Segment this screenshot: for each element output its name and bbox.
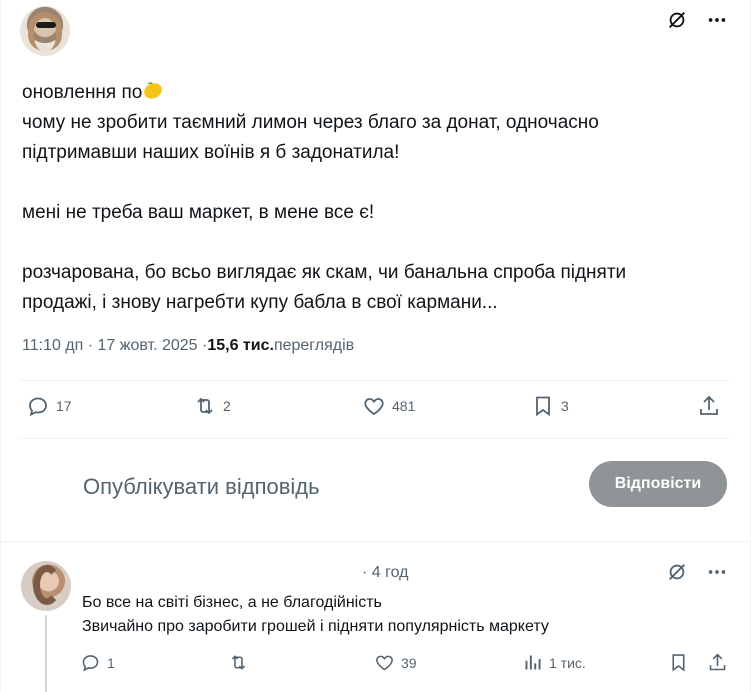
reply-timestamp[interactable]: · 4 год: [362, 564, 408, 582]
views-chart-icon: [525, 655, 541, 670]
reply-like-count: 39: [401, 654, 417, 671]
reply-header-actions: [665, 560, 729, 584]
reply-share-button[interactable]: [707, 652, 728, 673]
post-line: продажі, і знову нагребти купу бабла в с…: [22, 292, 498, 313]
reply-repost-button[interactable]: [228, 652, 249, 673]
post-timestamp[interactable]: 11:10 дп · 17 жовт. 2025 ·: [22, 337, 207, 355]
share-icon: [709, 653, 726, 671]
reply-reply-count: 1: [107, 654, 115, 671]
reply-text: Бо все на світі бізнес, а не благодійніс…: [82, 591, 549, 639]
grok-icon[interactable]: [665, 8, 689, 32]
heart-icon: [376, 655, 393, 671]
repost-count: 2: [223, 398, 231, 414]
lemon-emoji-icon: [144, 82, 163, 99]
bookmark-count: 3: [561, 398, 569, 414]
views-label: переглядів: [273, 337, 355, 354]
more-icon[interactable]: [705, 8, 729, 32]
reply-views-button[interactable]: 1 тис.: [522, 652, 586, 673]
reply-input[interactable]: Опублікувати відповідь: [83, 474, 320, 500]
bookmark-icon: [672, 654, 685, 672]
post-line: мені не треба ваш маркет, в мене все є!: [22, 202, 375, 223]
repost-button[interactable]: 2: [193, 394, 231, 418]
reply-count: 17: [56, 398, 72, 414]
views-count: 15,6 тис.: [207, 337, 274, 354]
post-header-actions: [665, 8, 729, 32]
submit-reply-button[interactable]: Відповісти: [589, 461, 727, 507]
bookmark-button[interactable]: 3: [531, 394, 569, 418]
reply-reply-button[interactable]: 1: [80, 652, 115, 673]
post-meta: 11:10 дп · 17 жовт. 2025 · 15,6 тис. пер…: [22, 337, 354, 355]
like-button[interactable]: 481: [362, 394, 415, 418]
reply-author-avatar[interactable]: [21, 561, 71, 611]
reply-action-bar: 1 39 1 тис.: [80, 652, 730, 680]
avatar-glasses: [36, 22, 56, 28]
repost-icon: [231, 655, 246, 670]
reply-composer: Опублікувати відповідь Відповісти: [0, 446, 751, 526]
reply-button[interactable]: 17: [26, 394, 72, 418]
reply-like-button[interactable]: 39: [374, 652, 417, 673]
more-icon[interactable]: [705, 560, 729, 584]
reply-line: Звичайно про заробити грошей і підняти п…: [82, 618, 549, 635]
divider: [20, 438, 731, 439]
reply-icon: [29, 397, 47, 417]
reply-icon: [82, 655, 99, 672]
repost-icon: [197, 397, 213, 415]
bookmark-icon: [536, 396, 550, 417]
avatar-hair: [28, 12, 62, 50]
divider: [20, 380, 731, 381]
post-line: підтримавши наших воїнів я б задонатила!: [22, 142, 400, 163]
grok-icon[interactable]: [665, 560, 689, 584]
heart-icon: [364, 398, 384, 416]
post-line: чому не зробити таємний лимон через благ…: [22, 112, 599, 133]
section-divider: [0, 541, 751, 542]
post-text: оновлення по чому не зробити таємний лим…: [22, 78, 722, 318]
share-icon: [700, 395, 718, 415]
share-button[interactable]: [697, 394, 721, 418]
reply-views-count: 1 тис.: [549, 654, 586, 671]
reply-bookmark-button[interactable]: [668, 652, 689, 673]
like-count: 481: [392, 398, 416, 414]
avatar-hair: [33, 565, 61, 605]
post-line: оновлення по: [22, 78, 722, 108]
author-avatar[interactable]: [20, 6, 70, 56]
reply-line: Бо все на світі бізнес, а не благодійніс…: [82, 594, 382, 611]
post-action-bar: 17 2 481 3: [20, 394, 730, 426]
thread-line: [45, 615, 47, 692]
post-line: розчарована, бо всьо виглядає як скам, ч…: [22, 262, 627, 283]
